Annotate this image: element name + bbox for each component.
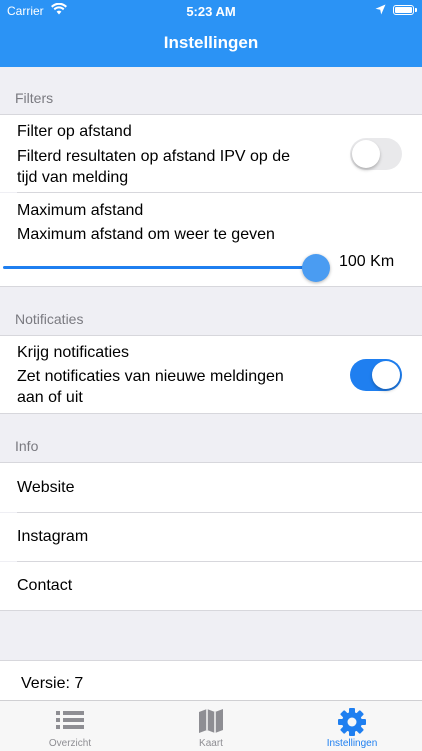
toggle-knob: [372, 361, 400, 389]
status-bar: Carrier 5:23 AM: [0, 0, 422, 22]
filter-distance-subtitle: Filterd resultaten op afstand IPV op de: [17, 148, 291, 165]
version-label: Versie: 7: [21, 675, 84, 692]
notifications-toggle[interactable]: [350, 359, 402, 391]
tab-overzicht[interactable]: Overzicht: [0, 701, 140, 751]
max-distance-title: Maximum afstand: [17, 202, 144, 219]
version-cell: Versie: 7: [0, 661, 422, 700]
gear-icon: [337, 707, 367, 742]
tab-label: Kaart: [199, 738, 223, 749]
location-arrow-icon: [375, 4, 386, 18]
page-title: Instellingen: [163, 33, 259, 52]
tab-bar: Overzicht Kaart Instellingen: [0, 700, 422, 751]
notifications-cell: Krijg notificaties Zet notificaties van …: [0, 336, 422, 413]
divider: [0, 610, 422, 611]
navigation-header: Carrier 5:23 AM Instellingen: [0, 0, 422, 67]
filter-distance-subtitle-2: tijd van melding: [17, 169, 129, 186]
clock: 5:23 AM: [186, 4, 236, 19]
tab-label: Instellingen: [326, 738, 378, 749]
website-cell[interactable]: Website: [0, 463, 422, 512]
max-distance-cell: Maximum afstand Maximum afstand om weer …: [0, 193, 422, 286]
notifications-subtitle-2: aan of uit: [17, 389, 83, 406]
toggle-knob: [352, 140, 380, 168]
instagram-cell[interactable]: Instagram: [0, 513, 422, 561]
filter-distance-title: Filter op afstand: [17, 123, 132, 140]
website-label: Website: [17, 479, 75, 496]
contact-label: Contact: [17, 577, 73, 594]
notifications-title: Krijg notificaties: [17, 344, 130, 361]
section-header-notifications: Notificaties: [15, 311, 84, 327]
map-icon: [197, 707, 225, 740]
instagram-label: Instagram: [17, 528, 89, 545]
tab-label: Overzicht: [48, 738, 92, 749]
divider: [0, 286, 422, 287]
section-header-filters: Filters: [15, 90, 54, 106]
filter-distance-cell: Filter op afstand Filterd resultaten op …: [0, 115, 422, 192]
tab-kaart[interactable]: Kaart: [141, 701, 281, 751]
contact-cell[interactable]: Contact: [0, 562, 422, 610]
list-icon: [55, 707, 85, 738]
tab-instellingen[interactable]: Instellingen: [282, 701, 422, 751]
max-distance-subtitle: Maximum afstand om weer te geven: [17, 226, 275, 243]
filter-distance-toggle[interactable]: [350, 138, 402, 170]
distance-value-label: 100 Km: [339, 253, 395, 270]
notifications-subtitle: Zet notificaties van nieuwe meldingen: [17, 368, 284, 385]
distance-slider-thumb[interactable]: [302, 254, 330, 282]
section-header-info: Info: [15, 438, 39, 454]
divider: [0, 413, 422, 414]
battery-icon: [393, 5, 417, 15]
distance-slider-track[interactable]: [3, 266, 316, 269]
